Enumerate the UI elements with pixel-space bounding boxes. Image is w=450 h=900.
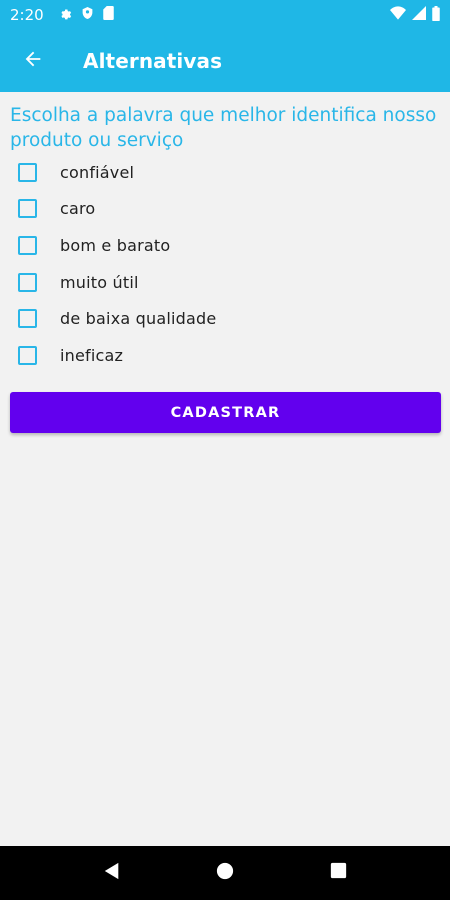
option-de-baixa-qualidade[interactable]: de baixa qualidade: [10, 300, 440, 337]
question-text: Escolha a palavra que melhor identifica …: [10, 105, 437, 151]
nav-home-button[interactable]: [205, 853, 245, 893]
shield-icon: [81, 6, 94, 24]
wifi-icon: [390, 6, 406, 24]
options-list: confiável caro bom e barato muito útil d…: [10, 154, 440, 374]
option-label: confiável: [60, 162, 135, 182]
battery-icon: [432, 5, 440, 25]
app-bar: Alternativas: [0, 30, 450, 92]
checkbox[interactable]: [18, 345, 37, 365]
arrow-left-icon: [22, 48, 44, 75]
back-triangle-icon: [103, 862, 121, 885]
option-confiavel[interactable]: confiável: [10, 154, 440, 191]
navigation-bar: [0, 846, 450, 900]
nav-recents-button[interactable]: [318, 853, 358, 893]
gear-icon: [58, 6, 72, 24]
checkbox[interactable]: [18, 272, 37, 292]
page-title: Alternativas: [83, 49, 223, 73]
nav-back-button[interactable]: [92, 853, 132, 893]
recents-square-icon: [330, 862, 347, 884]
option-label: caro: [60, 199, 96, 219]
status-right-icons: [390, 5, 440, 25]
submit-button[interactable]: CADASTRAR: [10, 392, 441, 433]
back-button[interactable]: [0, 30, 66, 92]
checkbox[interactable]: [18, 162, 37, 182]
option-muito-util[interactable]: muito útil: [10, 264, 440, 301]
signal-icon: [412, 6, 426, 24]
checkbox[interactable]: [18, 309, 37, 329]
sd-card-icon: [102, 6, 114, 24]
option-label: bom e barato: [60, 235, 171, 255]
home-circle-icon: [216, 862, 234, 885]
status-left-icons: [58, 6, 114, 24]
option-ineficaz[interactable]: ineficaz: [10, 337, 440, 374]
option-label: de baixa qualidade: [60, 309, 217, 329]
checkbox[interactable]: [18, 235, 37, 255]
option-bom-e-barato[interactable]: bom e barato: [10, 227, 440, 264]
option-label: ineficaz: [60, 345, 124, 365]
status-time: 2:20: [10, 6, 44, 24]
option-label: muito útil: [60, 272, 139, 292]
checkbox[interactable]: [18, 199, 37, 219]
option-caro[interactable]: caro: [10, 191, 440, 228]
status-bar: 2:20: [0, 0, 450, 30]
